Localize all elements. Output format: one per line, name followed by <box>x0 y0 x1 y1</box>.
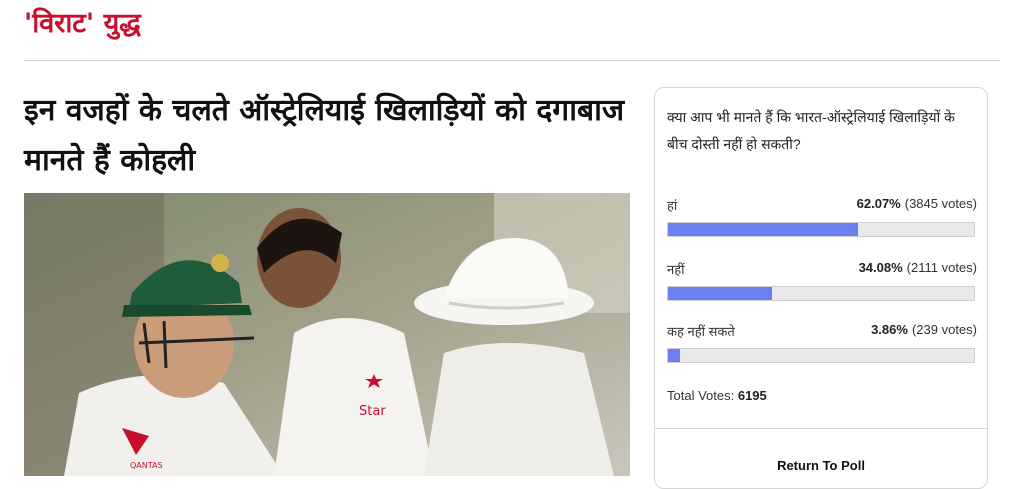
poll-option-yes: हां 62.07% (3845 votes) <box>667 196 977 237</box>
poll-option-votes: (239 votes) <box>911 322 977 337</box>
section-divider <box>24 60 1000 61</box>
section-title[interactable]: 'विराट' युद्ध <box>24 2 141 46</box>
return-to-poll-link[interactable]: Return To Poll <box>655 458 987 473</box>
poll-option-percent: 3.86% <box>871 322 908 337</box>
article-headline[interactable]: इन वजहों के चलते ऑस्ट्रेलियाई खिलाड़ियों… <box>24 86 634 186</box>
total-votes-value: 6195 <box>737 388 767 403</box>
poll-result-bar <box>667 348 975 363</box>
poll-result-bar <box>667 286 975 301</box>
poll-divider <box>655 428 987 429</box>
total-votes-label: Total Votes: <box>667 388 735 403</box>
poll-total-votes: Total Votes: 6195 <box>667 388 767 403</box>
poll-result-bar <box>667 222 975 237</box>
poll-option-votes: (2111 votes) <box>906 260 977 275</box>
poll-result-bar-fill <box>668 349 680 362</box>
article-photo[interactable]: QANTAS Star <box>24 193 630 476</box>
cricket-players-image: QANTAS Star <box>24 193 630 476</box>
poll-result-bar-fill <box>668 223 858 236</box>
poll-widget: क्या आप भी मानते हैं कि भारत-ऑस्ट्रेलिया… <box>654 87 988 489</box>
poll-option-cant-say: कह नहीं सकते 3.86% (239 votes) <box>667 322 977 363</box>
poll-result-bar-fill <box>668 287 773 300</box>
poll-option-label: हां <box>667 198 678 213</box>
star-sponsor-text: Star <box>359 404 386 419</box>
poll-question: क्या आप भी मानते हैं कि भारत-ऑस्ट्रेलिया… <box>667 109 955 152</box>
poll-option-percent: 34.08% <box>858 260 903 275</box>
poll-option-votes: (3845 votes) <box>904 196 977 211</box>
poll-option-label: कह नहीं सकते <box>667 324 735 339</box>
poll-option-label: नहीं <box>667 262 685 277</box>
qantas-logo-text: QANTAS <box>130 461 163 470</box>
poll-option-percent: 62.07% <box>856 196 901 211</box>
poll-option-no: नहीं 34.08% (2111 votes) <box>667 260 977 301</box>
